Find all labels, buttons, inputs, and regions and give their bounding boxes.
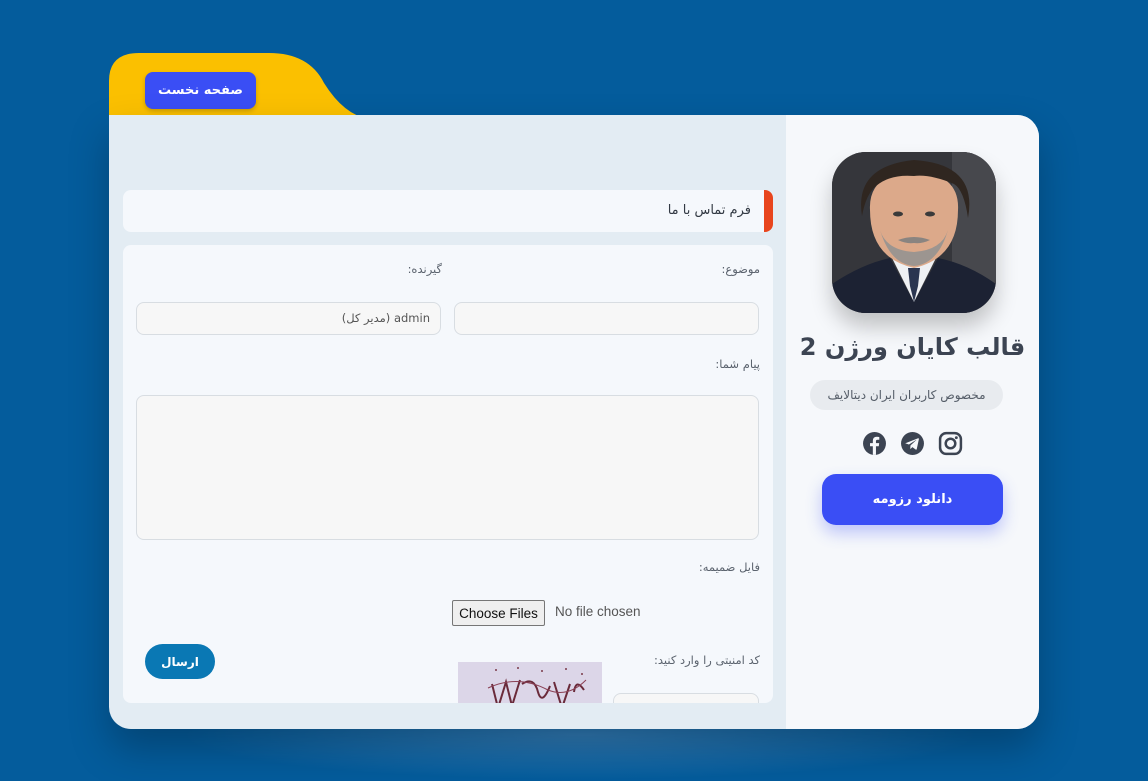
profile-subtitle: مخصوص کاربران ایران دیتالایف: [810, 380, 1003, 410]
main-card: قالب کایان ورژن 2 مخصوص کاربران ایران دی…: [109, 115, 1039, 729]
no-file-chosen-text: No file chosen: [555, 604, 641, 619]
recipient-select-value: admin (مدیر کل): [341, 311, 430, 325]
profile-name: قالب کایان ورژن 2: [799, 333, 1026, 361]
form-title: فرم تماس با ما: [667, 203, 751, 218]
instagram-icon[interactable]: [938, 431, 963, 456]
file-input[interactable]: Choose Files No file chosen: [450, 600, 766, 626]
profile-avatar: [832, 152, 996, 313]
message-textarea[interactable]: [136, 395, 759, 540]
subject-input[interactable]: [454, 302, 759, 335]
send-button[interactable]: ارسال: [145, 644, 215, 679]
contact-form: موضوع: گیرنده: admin (مدیر کل) پیام شما:…: [123, 245, 773, 703]
choose-files-button[interactable]: Choose Files: [452, 600, 545, 626]
security-code-label: کد امنیتی را وارد کنید:: [654, 653, 760, 667]
download-resume-button[interactable]: دانلود رزومه: [822, 474, 1003, 525]
home-button[interactable]: صفحه نخست: [145, 72, 256, 109]
telegram-icon[interactable]: [900, 431, 925, 456]
profile-sidebar: قالب کایان ورژن 2 مخصوص کاربران ایران دی…: [786, 115, 1039, 729]
subject-label: موضوع:: [721, 262, 760, 276]
facebook-icon[interactable]: [862, 431, 887, 456]
header-accent-bar: [764, 190, 773, 232]
message-label: پیام شما:: [715, 357, 760, 371]
form-header: فرم تماس با ما: [123, 190, 773, 232]
security-code-input[interactable]: [613, 693, 759, 703]
recipient-select[interactable]: admin (مدیر کل): [136, 302, 441, 335]
attachment-label: فایل ضمیمه:: [698, 560, 760, 574]
captcha-image: [458, 662, 602, 703]
social-links: [862, 431, 964, 457]
recipient-label: گیرنده:: [407, 262, 442, 276]
